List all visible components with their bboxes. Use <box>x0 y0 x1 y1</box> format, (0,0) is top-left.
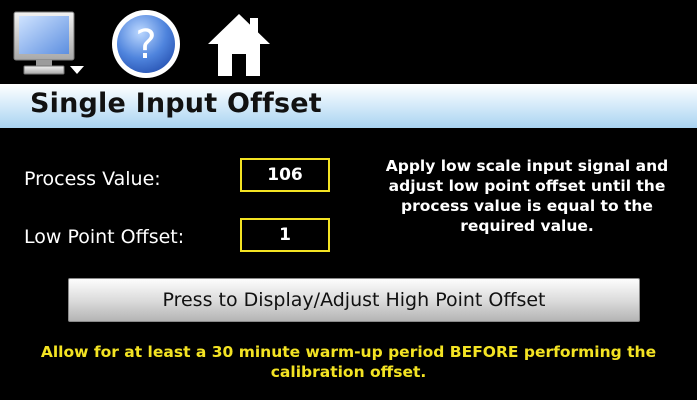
process-value-label: Process Value: <box>24 168 161 190</box>
instructions-text: Apply low scale input signal and adjust … <box>385 157 669 235</box>
low-point-offset-field[interactable]: 1 <box>240 218 330 252</box>
title-bar: Single Input Offset <box>0 84 697 128</box>
svg-text:?: ? <box>135 22 156 68</box>
toolbar: ? <box>0 0 697 84</box>
adjust-high-point-offset-button[interactable]: Press to Display/Adjust High Point Offse… <box>68 278 640 322</box>
home-icon[interactable] <box>204 10 274 80</box>
page-title: Single Input Offset <box>30 88 322 119</box>
help-icon[interactable]: ? <box>108 6 184 82</box>
warmup-warning: Allow for at least a 30 minute warm-up p… <box>40 343 657 381</box>
process-value-field[interactable]: 106 <box>240 158 330 192</box>
monitor-icon[interactable] <box>12 10 86 80</box>
low-point-offset-label: Low Point Offset: <box>24 226 185 248</box>
